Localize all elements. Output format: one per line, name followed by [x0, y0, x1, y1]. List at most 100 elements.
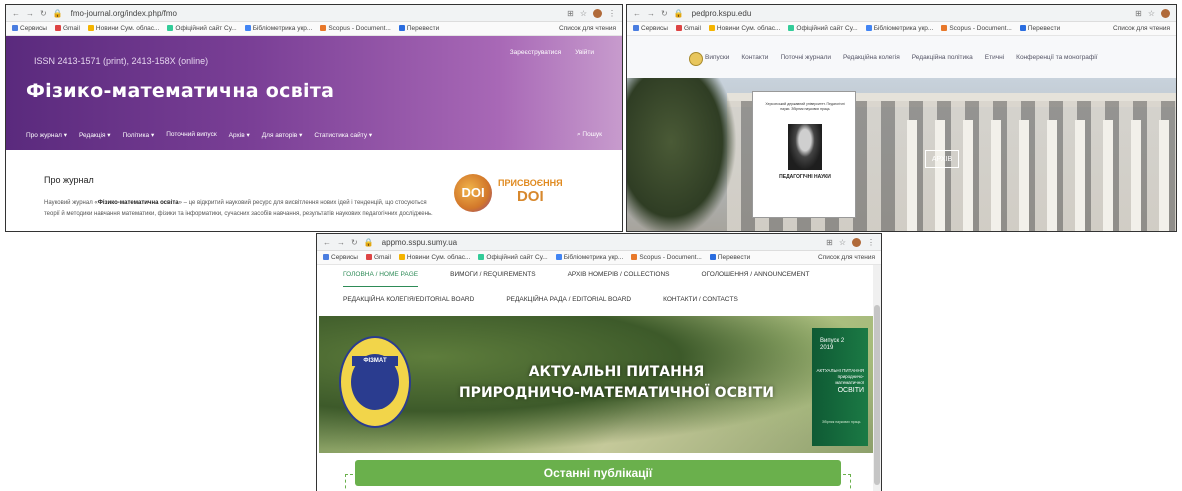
bookmark-scopus[interactable]: Scopus - Document... [320, 25, 391, 32]
apps-icon [12, 25, 18, 31]
journal-title[interactable]: Фізико-математична освіта [26, 80, 334, 102]
reading-list[interactable]: Список для чтения [559, 25, 616, 32]
bookmark-translate[interactable]: Перевести [709, 254, 750, 261]
extension-icon[interactable]: ⊞ [567, 9, 574, 18]
lock-icon[interactable]: 🔒 [364, 238, 374, 247]
bookmark-apps[interactable]: Сервисы [633, 25, 668, 32]
lock-icon[interactable]: 🔒 [674, 9, 684, 18]
extension-icon[interactable]: ⊞ [1135, 9, 1142, 18]
menu-current-journals[interactable]: Поточні журнали [780, 54, 831, 61]
forward-icon[interactable]: → [647, 9, 655, 18]
menu-icon[interactable]: ⋮ [867, 238, 875, 247]
journal-cover[interactable]: Випуск 2 2019 АКТУАЛЬНІ ПИТАННЯ природнич… [812, 328, 868, 446]
browser-toolbar: ← → ↻ 🔒 pedpro.kspu.edu ⊞ ☆ [627, 5, 1176, 22]
bookmark-official[interactable]: Офіційний сайт Су... [167, 25, 237, 32]
star-icon[interactable]: ☆ [580, 9, 587, 18]
back-icon[interactable]: ← [633, 9, 641, 18]
menu-archive[interactable]: Архів ▾ [229, 131, 250, 139]
menu-conferences[interactable]: Конференції та монографії [1016, 54, 1097, 61]
avatar[interactable] [1161, 8, 1170, 18]
menu-ethics[interactable]: Етичні [985, 54, 1004, 61]
bookmark-bibliometrics[interactable]: Бібліометрика укр... [865, 25, 933, 32]
star-icon[interactable]: ☆ [839, 238, 846, 247]
bookmark-gmail[interactable]: Gmail [675, 25, 701, 32]
avatar[interactable] [852, 237, 861, 247]
menu-authors[interactable]: Для авторів ▾ [262, 131, 303, 139]
menu-home[interactable]: ГОЛОВНА / HOME PAGE [343, 271, 418, 278]
site-icon [788, 25, 795, 31]
journal-cover[interactable]: Херсонський державний університет. Педаг… [752, 91, 856, 218]
main-menu: Про журнал ▾ Редакція ▾ Політика ▾ Поточ… [26, 131, 602, 139]
bookmark-news[interactable]: Новини Сум. облас... [398, 254, 470, 261]
menu-announcement[interactable]: ОГОЛОШЕННЯ / ANNOUNCEMENT [702, 271, 810, 278]
menu-issues[interactable]: Випуски [705, 54, 729, 61]
hero-title-line1: АКТУАЛЬНІ ПИТАННЯ [528, 364, 705, 380]
gmail-icon [54, 25, 61, 31]
menu-contacts[interactable]: КОНТАКТИ / CONTACTS [663, 296, 738, 303]
forward-icon[interactable]: → [337, 238, 345, 247]
star-icon[interactable]: ☆ [1148, 9, 1155, 18]
bookmark-official[interactable]: Офіційний сайт Су... [478, 254, 548, 261]
bookmark-bibliometrics[interactable]: Бібліометрика укр... [555, 254, 623, 261]
address-bar[interactable]: pedpro.kspu.edu [692, 9, 1135, 18]
cover-title: АКТУАЛЬНІ ПИТАННЯ природничо-математично… [816, 368, 864, 394]
back-icon[interactable]: ← [323, 238, 331, 247]
search-link[interactable]: ⌕ Пошук [577, 131, 602, 139]
lock-icon[interactable]: 🔒 [53, 9, 63, 18]
bookmark-news[interactable]: Новини Сум. облас... [87, 25, 159, 32]
avatar[interactable] [593, 8, 602, 18]
scrollbar-thumb[interactable] [874, 305, 880, 485]
doi-banner[interactable]: DOI ПРИСВОЄННЯ DOI [454, 170, 564, 215]
news-icon [708, 25, 715, 31]
main-menu-row1: ГОЛОВНА / HOME PAGE ВИМОГИ / REQUIREMENT… [343, 271, 851, 278]
forward-icon[interactable]: → [26, 9, 34, 18]
reload-icon[interactable]: ↻ [661, 9, 668, 18]
journal-header: Зареєструватися Увійти ISSN 2413-1571 (p… [6, 36, 622, 150]
menu-editorial-board[interactable]: Редакційна колегія [843, 54, 900, 61]
bookmark-gmail[interactable]: Gmail [365, 254, 391, 261]
scopus-icon [631, 254, 638, 260]
menu-policy[interactable]: Політика ▾ [123, 131, 155, 139]
menu-editorial-council[interactable]: РЕДАКЦІЙНА РАДА / EDITORIAL BOARD [506, 296, 631, 303]
menu-contacts[interactable]: Контакти [741, 54, 768, 61]
bookmark-apps[interactable]: Сервисы [323, 254, 358, 261]
login-link[interactable]: Увійти [575, 49, 594, 56]
back-icon[interactable]: ← [12, 9, 20, 18]
reading-list[interactable]: Список для чтения [818, 254, 875, 261]
bookmark-translate[interactable]: Перевести [398, 25, 439, 32]
user-links: Зареєструватися Увійти [510, 49, 594, 56]
menu-current[interactable]: Поточний випуск [166, 131, 216, 139]
reading-list[interactable]: Список для чтения [1113, 25, 1170, 32]
bookmark-bibliometrics[interactable]: Бібліометрика укр... [244, 25, 312, 32]
scrollbar[interactable] [873, 265, 881, 491]
menu-statistics[interactable]: Статистика сайту ▾ [314, 131, 372, 139]
menu-collections[interactable]: АРХІВ НОМЕРІВ / COLLECTIONS [568, 271, 670, 278]
menu-editorial[interactable]: Редакція ▾ [79, 131, 111, 139]
bookmark-apps[interactable]: Сервисы [12, 25, 47, 32]
university-logo-icon[interactable] [689, 52, 703, 66]
menu-icon[interactable]: ⋮ [608, 9, 616, 18]
address-bar[interactable]: fmo-journal.org/index.php/fmo [71, 9, 567, 18]
bookmark-news[interactable]: Новини Сум. облас... [708, 25, 780, 32]
address-bar[interactable]: appmo.sspu.sumy.ua [382, 238, 826, 247]
archive-button[interactable]: АРХІВ [925, 150, 959, 168]
bookmark-scopus[interactable]: Scopus - Document... [941, 25, 1012, 32]
bookmark-official[interactable]: Офіційний сайт Су... [788, 25, 858, 32]
browser-toolbar: ← → ↻ 🔒 fmo-journal.org/index.php/fmo ⊞ … [6, 5, 622, 22]
bookmark-scopus[interactable]: Scopus - Document... [631, 254, 702, 261]
google-icon [244, 25, 251, 31]
extension-icon[interactable]: ⊞ [826, 238, 833, 247]
menu-about[interactable]: Про журнал ▾ [26, 131, 67, 139]
menu-requirements[interactable]: ВИМОГИ / REQUIREMENTS [450, 271, 535, 278]
menu-editorial-policy[interactable]: Редакційна політика [912, 54, 973, 61]
bookmark-translate[interactable]: Перевести [1019, 25, 1060, 32]
gmail-icon [675, 25, 682, 31]
screenshot-pedpro: ← → ↻ 🔒 pedpro.kspu.edu ⊞ ☆ Сервисы Gmai… [626, 4, 1177, 232]
menu-editorial-board[interactable]: РЕДАКЦІЙНА КОЛЕГІЯ/EDITORIAL BOARD [343, 296, 474, 303]
bookmark-gmail[interactable]: Gmail [54, 25, 80, 32]
register-link[interactable]: Зареєструватися [510, 49, 561, 56]
search-icon: ⌕ [576, 131, 581, 138]
building-columns [907, 120, 1176, 231]
reload-icon[interactable]: ↻ [351, 238, 358, 247]
reload-icon[interactable]: ↻ [40, 9, 47, 18]
